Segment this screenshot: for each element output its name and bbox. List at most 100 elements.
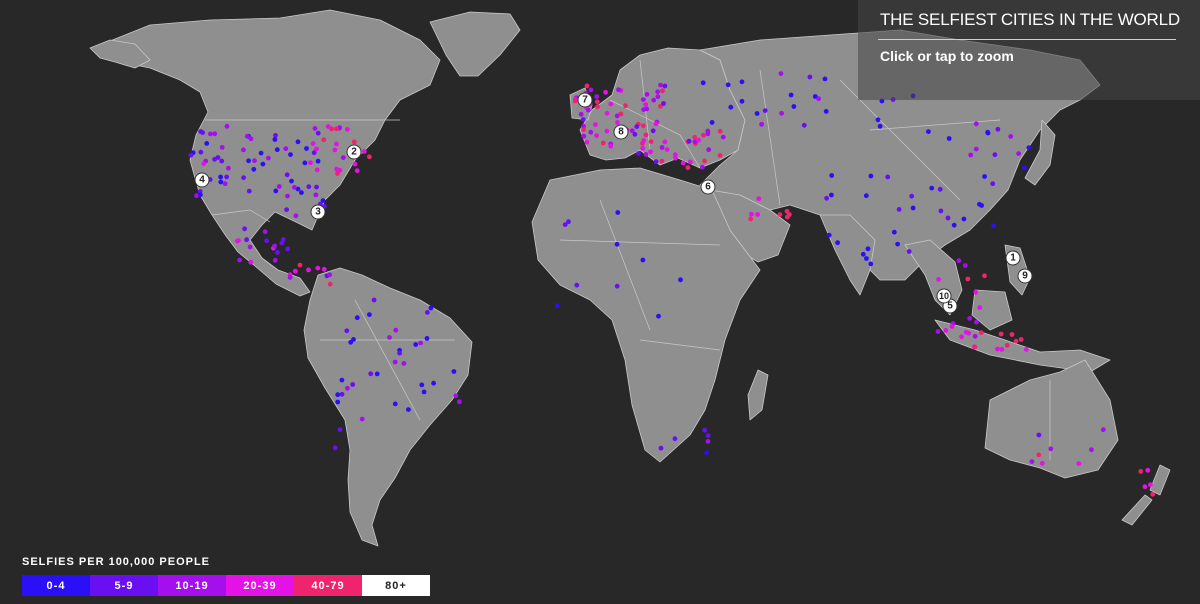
city-dot[interactable]: [334, 126, 339, 132]
city-dot[interactable]: [339, 391, 345, 397]
city-dot[interactable]: [1016, 151, 1021, 157]
city-dot[interactable]: [594, 133, 599, 139]
city-dot[interactable]: [823, 109, 829, 114]
city-dot[interactable]: [285, 246, 291, 252]
city-dot[interactable]: [288, 152, 293, 158]
city-dot[interactable]: [748, 216, 754, 222]
city-dot[interactable]: [696, 137, 701, 143]
city-dot[interactable]: [728, 104, 734, 110]
city-dot[interactable]: [374, 371, 380, 377]
city-dot[interactable]: [297, 262, 303, 268]
city-dot[interactable]: [717, 128, 723, 134]
city-dot[interactable]: [926, 129, 931, 135]
city-dot[interactable]: [260, 161, 266, 167]
city-dot[interactable]: [1138, 469, 1144, 474]
city-dot[interactable]: [215, 155, 221, 160]
city-dot[interactable]: [779, 110, 784, 116]
city-dot[interactable]: [662, 83, 668, 89]
city-dot[interactable]: [701, 132, 706, 138]
city-dot[interactable]: [236, 238, 241, 244]
city-dot[interactable]: [660, 88, 665, 94]
city-dot[interactable]: [614, 241, 620, 247]
city-dot[interactable]: [314, 167, 320, 173]
city-dot[interactable]: [1026, 145, 1032, 151]
city-dot[interactable]: [315, 265, 321, 271]
city-dot[interactable]: [998, 331, 1004, 337]
city-dot[interactable]: [929, 185, 935, 191]
city-dot[interactable]: [292, 268, 298, 274]
city-dot[interactable]: [327, 281, 333, 287]
city-dot[interactable]: [956, 258, 962, 264]
city-dot[interactable]: [351, 139, 357, 145]
city-dot[interactable]: [310, 141, 316, 146]
city-dot[interactable]: [648, 139, 654, 145]
city-dot[interactable]: [354, 315, 360, 321]
city-dot[interactable]: [262, 229, 268, 235]
city-dot[interactable]: [672, 436, 678, 442]
city-dot[interactable]: [327, 272, 333, 278]
city-dot[interactable]: [659, 145, 665, 150]
city-dot[interactable]: [822, 76, 828, 82]
city-dot[interactable]: [973, 289, 979, 295]
city-dot[interactable]: [951, 222, 957, 228]
city-dot[interactable]: [580, 117, 586, 122]
city-dot[interactable]: [1008, 134, 1014, 139]
city-dot[interactable]: [778, 71, 784, 76]
city-dot[interactable]: [1150, 491, 1156, 497]
city-dot[interactable]: [965, 276, 971, 282]
city-dot[interactable]: [292, 185, 297, 190]
city-dot[interactable]: [662, 139, 668, 145]
city-dot[interactable]: [312, 125, 318, 131]
city-dot[interactable]: [655, 94, 661, 100]
city-dot[interactable]: [276, 184, 282, 189]
rank-marker-1[interactable]: 1: [1005, 250, 1021, 266]
city-dot[interactable]: [295, 139, 301, 145]
city-dot[interactable]: [623, 103, 628, 109]
city-dot[interactable]: [641, 97, 646, 102]
city-dot[interactable]: [350, 382, 356, 387]
city-dot[interactable]: [299, 190, 304, 196]
city-dot[interactable]: [680, 160, 686, 166]
city-dot[interactable]: [224, 174, 230, 180]
city-dot[interactable]: [362, 149, 367, 154]
city-dot[interactable]: [608, 143, 614, 149]
city-dot[interactable]: [425, 310, 430, 315]
city-dot[interactable]: [1013, 338, 1019, 344]
city-dot[interactable]: [287, 275, 293, 280]
city-dot[interactable]: [978, 330, 984, 336]
city-dot[interactable]: [345, 385, 350, 391]
city-dot[interactable]: [321, 266, 327, 272]
city-dot[interactable]: [246, 158, 252, 164]
city-dot[interactable]: [321, 137, 327, 143]
city-dot[interactable]: [401, 361, 407, 366]
city-dot[interactable]: [1022, 165, 1027, 171]
city-dot[interactable]: [909, 193, 915, 199]
city-dot[interactable]: [991, 223, 996, 229]
city-dot[interactable]: [359, 416, 365, 422]
city-dot[interactable]: [672, 152, 678, 158]
city-dot[interactable]: [615, 120, 620, 125]
city-dot[interactable]: [201, 161, 207, 167]
city-dot[interactable]: [584, 83, 590, 89]
city-dot[interactable]: [314, 184, 319, 190]
city-dot[interactable]: [392, 359, 398, 365]
city-dot[interactable]: [1145, 467, 1151, 473]
rank-marker-9[interactable]: 9: [1017, 268, 1033, 284]
city-dot[interactable]: [272, 243, 277, 249]
city-dot[interactable]: [393, 327, 399, 333]
city-dot[interactable]: [688, 159, 693, 165]
city-dot[interactable]: [961, 216, 967, 222]
city-dot[interactable]: [755, 212, 760, 217]
city-dot[interactable]: [824, 195, 829, 201]
city-dot[interactable]: [868, 261, 874, 267]
city-dot[interactable]: [608, 101, 614, 107]
city-dot[interactable]: [963, 329, 969, 335]
city-dot[interactable]: [655, 89, 661, 95]
city-dot[interactable]: [788, 92, 794, 98]
city-dot[interactable]: [864, 256, 869, 261]
city-dot[interactable]: [325, 124, 331, 129]
city-dot[interactable]: [784, 214, 790, 220]
city-dot[interactable]: [643, 132, 649, 138]
rank-marker-7[interactable]: 7: [577, 92, 593, 108]
city-dot[interactable]: [614, 283, 620, 289]
